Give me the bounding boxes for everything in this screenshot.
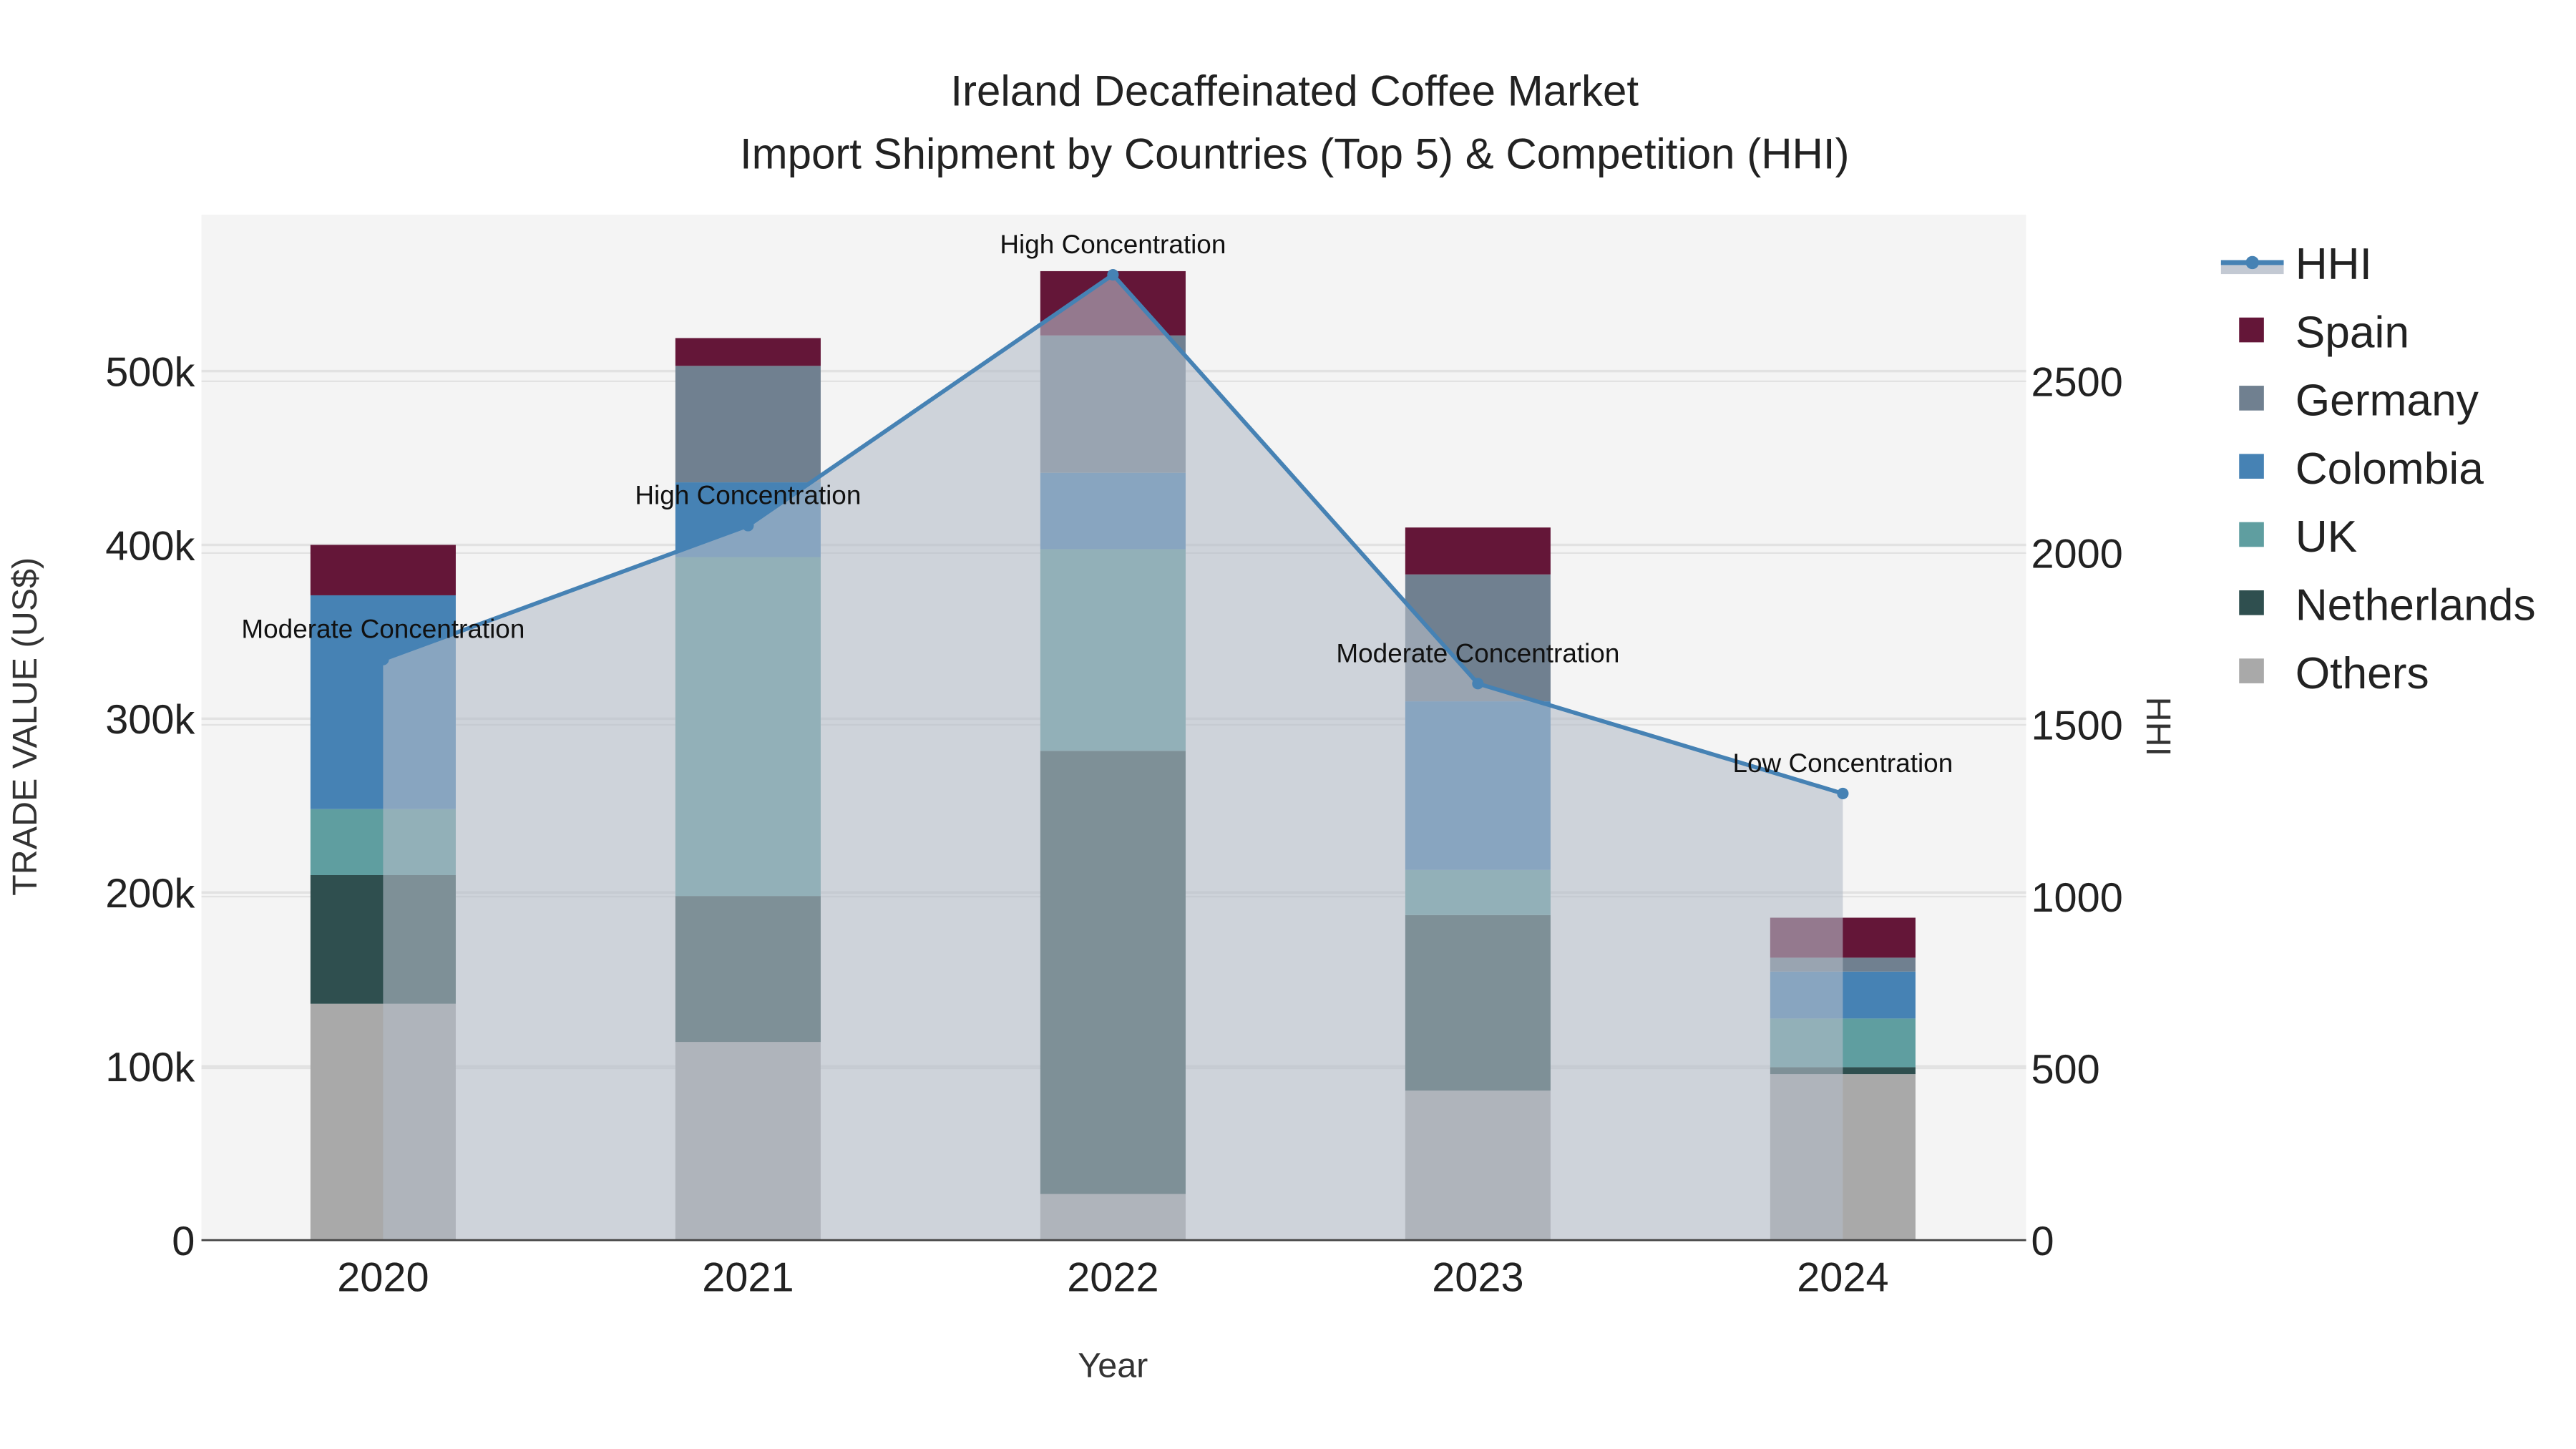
legend-swatch-netherlands <box>2239 590 2264 615</box>
hhi-annotation: High Concentration <box>1000 230 1226 259</box>
bar-spain-2023 <box>1405 527 1551 575</box>
hhi-point <box>377 653 389 665</box>
legend-label-hhi: HHI <box>2296 240 2372 289</box>
y2-tick-label: 2500 <box>2031 360 2122 406</box>
bar-spain-2021 <box>675 338 821 366</box>
y-tick-label: 300k <box>105 697 195 743</box>
x-tick-label: 2022 <box>1067 1255 1158 1301</box>
y-axis-title: TRADE VALUE (US$) <box>6 557 44 896</box>
x-tick-label: 2023 <box>1432 1255 1523 1301</box>
legend-swatch-germany <box>2239 386 2264 411</box>
y-tick-label: 500k <box>105 349 195 395</box>
legend-label-others: Others <box>2296 649 2429 698</box>
legend-swatch-spain <box>2239 317 2264 343</box>
x-tick-label: 2024 <box>1797 1255 1888 1301</box>
hhi-annotation: Moderate Concentration <box>1336 638 1619 668</box>
legend-label-uk: UK <box>2296 512 2358 562</box>
hhi-annotation: Low Concentration <box>1733 748 1953 778</box>
legend-swatch-colombia <box>2239 454 2264 479</box>
legend-hhi-marker <box>2245 255 2259 270</box>
y2-tick-label: 1000 <box>2031 875 2122 921</box>
y-tick-label: 0 <box>172 1219 195 1264</box>
y2-tick-label: 500 <box>2031 1047 2099 1093</box>
x-axis-title: Year <box>1078 1347 1148 1385</box>
legend-label-spain: Spain <box>2296 308 2409 357</box>
legend: HHI Spain Germany Colombia UK Netherlands Othe… <box>2220 240 2536 698</box>
y2-tick-label: 0 <box>2031 1219 2054 1264</box>
y-tick-label: 100k <box>105 1045 195 1091</box>
x-tick-label: 2020 <box>337 1255 429 1301</box>
y2-axis-title: HHI <box>2139 697 2177 756</box>
hhi-point <box>1107 268 1119 281</box>
legend-swatch-others <box>2239 658 2264 683</box>
y-tick-label: 400k <box>105 523 195 569</box>
y2-tick-label: 2000 <box>2031 532 2122 577</box>
hhi-annotation: Moderate Concentration <box>241 615 525 644</box>
hhi-point <box>1472 678 1484 690</box>
chart-title: Ireland Decaffeinated Coffee Market <box>950 67 1639 115</box>
chart: Moderate Concentration High Concentration… <box>6 67 2536 1385</box>
bar-germany-2021 <box>675 366 821 483</box>
x-tick-label: 2021 <box>702 1255 794 1301</box>
legend-swatch-uk <box>2239 522 2264 547</box>
y-tick-label: 200k <box>105 871 195 917</box>
legend-label-germany: Germany <box>2296 376 2479 426</box>
hhi-point <box>742 519 754 532</box>
hhi-point <box>1837 787 1849 800</box>
hhi-annotation: High Concentration <box>635 480 861 509</box>
legend-label-colombia: Colombia <box>2296 444 2484 494</box>
bar-spain-2020 <box>310 545 456 595</box>
y2-tick-label: 1500 <box>2031 703 2122 749</box>
legend-label-netherlands: Netherlands <box>2296 581 2536 630</box>
chart-subtitle: Import Shipment by Countries (Top 5) & C… <box>740 130 1850 177</box>
